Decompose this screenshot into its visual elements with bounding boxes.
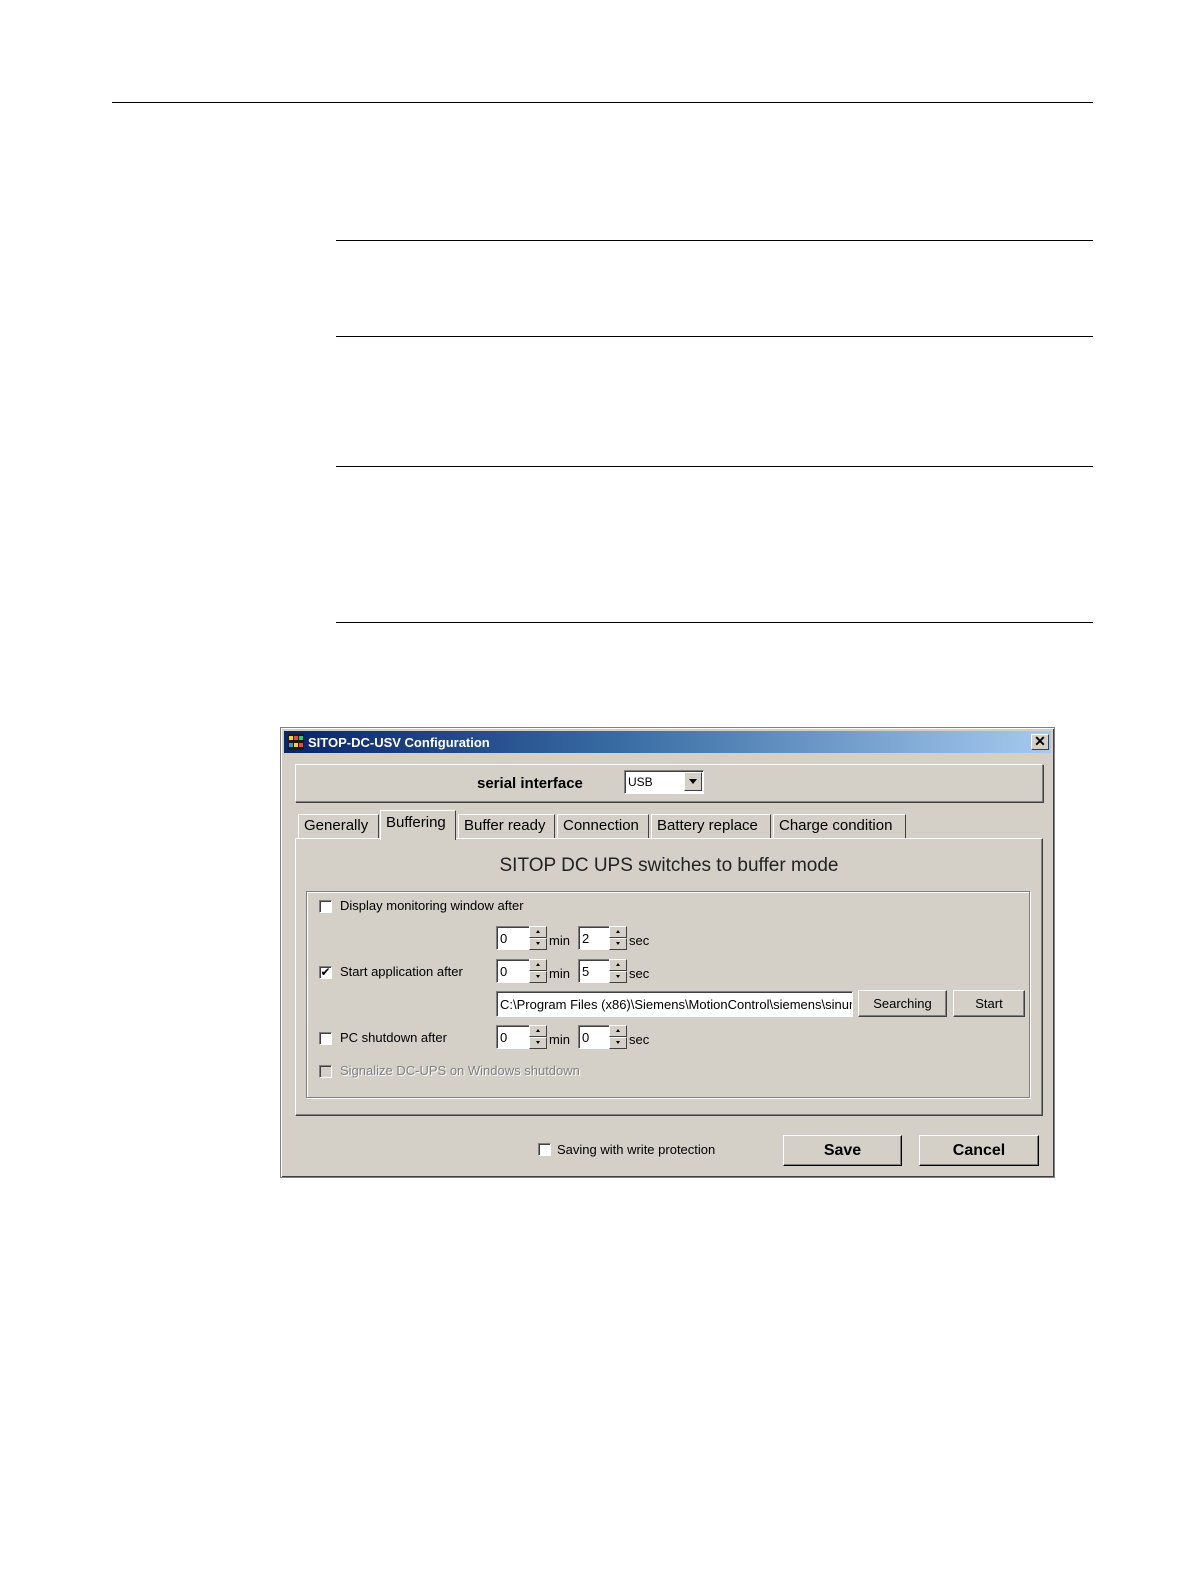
serial-interface-group: serial interface USB xyxy=(295,764,1043,802)
spin-down-icon[interactable] xyxy=(609,938,627,950)
start-label: Start xyxy=(975,996,1003,1011)
close-icon: ✕ xyxy=(1034,733,1046,749)
tab-label: Buffering xyxy=(386,814,446,831)
start-application-sec-spinner[interactable] xyxy=(609,959,627,983)
section-rule-3 xyxy=(336,466,1093,467)
min-value: 0 xyxy=(500,1030,508,1045)
start-application-min-spinner[interactable] xyxy=(529,959,547,983)
save-button[interactable]: Save xyxy=(783,1135,902,1166)
spin-up-icon[interactable] xyxy=(609,1025,627,1037)
sec-value: 0 xyxy=(582,1030,590,1045)
section-rule-1 xyxy=(336,240,1093,241)
section-rule-4 xyxy=(336,622,1093,623)
start-application-label: Start application after xyxy=(340,964,463,979)
start-button[interactable]: Start xyxy=(953,990,1025,1017)
min-unit-label: min xyxy=(549,933,570,948)
write-protection-checkbox[interactable] xyxy=(538,1143,551,1156)
pc-shutdown-min-input[interactable]: 0 xyxy=(496,1025,530,1049)
window-title: SITOP-DC-USV Configuration xyxy=(308,735,490,750)
buffering-panel: SITOP DC UPS switches to buffer mode Dis… xyxy=(295,838,1043,1116)
path-value: C:\Program Files (x86)\Siemens\MotionCon… xyxy=(500,997,853,1012)
min-unit-label: min xyxy=(549,1032,570,1047)
spin-up-icon[interactable] xyxy=(529,926,547,938)
spin-up-icon[interactable] xyxy=(609,926,627,938)
spin-down-icon[interactable] xyxy=(529,1037,547,1049)
min-unit-label: min xyxy=(549,966,570,981)
spin-down-icon[interactable] xyxy=(529,971,547,983)
display-monitoring-sec-input[interactable]: 2 xyxy=(578,926,612,950)
display-monitoring-checkbox[interactable] xyxy=(319,900,332,913)
spin-up-icon[interactable] xyxy=(529,959,547,971)
tab-buffer-ready[interactable]: Buffer ready xyxy=(458,814,555,838)
spin-up-icon[interactable] xyxy=(529,1025,547,1037)
display-monitoring-min-input[interactable]: 0 xyxy=(496,926,530,950)
signalize-checkbox[interactable] xyxy=(319,1065,332,1078)
pc-shutdown-sec-spinner[interactable] xyxy=(609,1025,627,1049)
min-value: 0 xyxy=(500,964,508,979)
tab-buffering[interactable]: Buffering xyxy=(380,810,456,840)
min-value: 0 xyxy=(500,931,508,946)
spin-down-icon[interactable] xyxy=(529,938,547,950)
display-monitoring-min-spinner[interactable] xyxy=(529,926,547,950)
start-application-checkbox[interactable]: ✔ xyxy=(319,966,332,979)
searching-button[interactable]: Searching xyxy=(858,990,947,1017)
spin-up-icon[interactable] xyxy=(609,959,627,971)
tab-label: Charge condition xyxy=(779,817,893,834)
signalize-label: Signalize DC-UPS on Windows shutdown xyxy=(340,1063,580,1078)
serial-interface-label: serial interface xyxy=(477,775,583,792)
options-group: Display monitoring window after 0 min 2 … xyxy=(306,891,1030,1098)
save-label: Save xyxy=(823,1142,862,1159)
spin-down-icon[interactable] xyxy=(609,1037,627,1049)
spin-down-icon[interactable] xyxy=(609,971,627,983)
page-header-rule xyxy=(112,102,1093,103)
pc-shutdown-label: PC shutdown after xyxy=(340,1030,447,1045)
tab-label: Buffer ready xyxy=(464,817,546,834)
sec-unit-label: sec xyxy=(629,966,650,981)
sec-unit-label: sec xyxy=(629,933,650,948)
section-rule-2 xyxy=(336,336,1093,337)
tab-battery-replace[interactable]: Battery replace xyxy=(651,814,771,838)
close-button[interactable]: ✕ xyxy=(1031,734,1049,750)
searching-label: Searching xyxy=(873,996,932,1011)
usv-app-icon xyxy=(288,734,304,750)
tab-connection[interactable]: Connection xyxy=(557,814,649,838)
tab-label: Generally xyxy=(304,817,369,834)
start-application-sec-input[interactable]: 5 xyxy=(578,959,612,983)
cancel-button[interactable]: Cancel xyxy=(919,1135,1039,1166)
display-monitoring-sec-spinner[interactable] xyxy=(609,926,627,950)
check-icon: ✔ xyxy=(320,965,331,979)
pc-shutdown-min-spinner[interactable] xyxy=(529,1025,547,1049)
tab-label: Battery replace xyxy=(657,817,758,834)
start-application-min-input[interactable]: 0 xyxy=(496,959,530,983)
sec-value: 5 xyxy=(582,964,590,979)
title-bar[interactable]: SITOP-DC-USV Configuration ✕ xyxy=(284,731,1051,753)
display-monitoring-label: Display monitoring window after xyxy=(340,898,524,913)
cancel-label: Cancel xyxy=(952,1142,1006,1159)
configuration-dialog: SITOP-DC-USV Configuration ✕ serial inte… xyxy=(280,727,1055,1178)
serial-interface-select[interactable]: USB xyxy=(624,770,704,794)
tab-label: Connection xyxy=(563,817,639,834)
tab-charge-condition[interactable]: Charge condition xyxy=(773,814,906,838)
serial-interface-value: USB xyxy=(628,775,653,789)
pc-shutdown-checkbox[interactable] xyxy=(319,1032,332,1045)
pc-shutdown-sec-input[interactable]: 0 xyxy=(578,1025,612,1049)
panel-heading: SITOP DC UPS switches to buffer mode xyxy=(499,855,839,876)
sec-value: 2 xyxy=(582,931,590,946)
application-path-input[interactable]: C:\Program Files (x86)\Siemens\MotionCon… xyxy=(496,991,853,1017)
chevron-down-icon[interactable] xyxy=(684,772,702,791)
write-protection-label: Saving with write protection xyxy=(557,1142,716,1157)
tab-generally[interactable]: Generally xyxy=(298,814,379,838)
sec-unit-label: sec xyxy=(629,1032,650,1047)
